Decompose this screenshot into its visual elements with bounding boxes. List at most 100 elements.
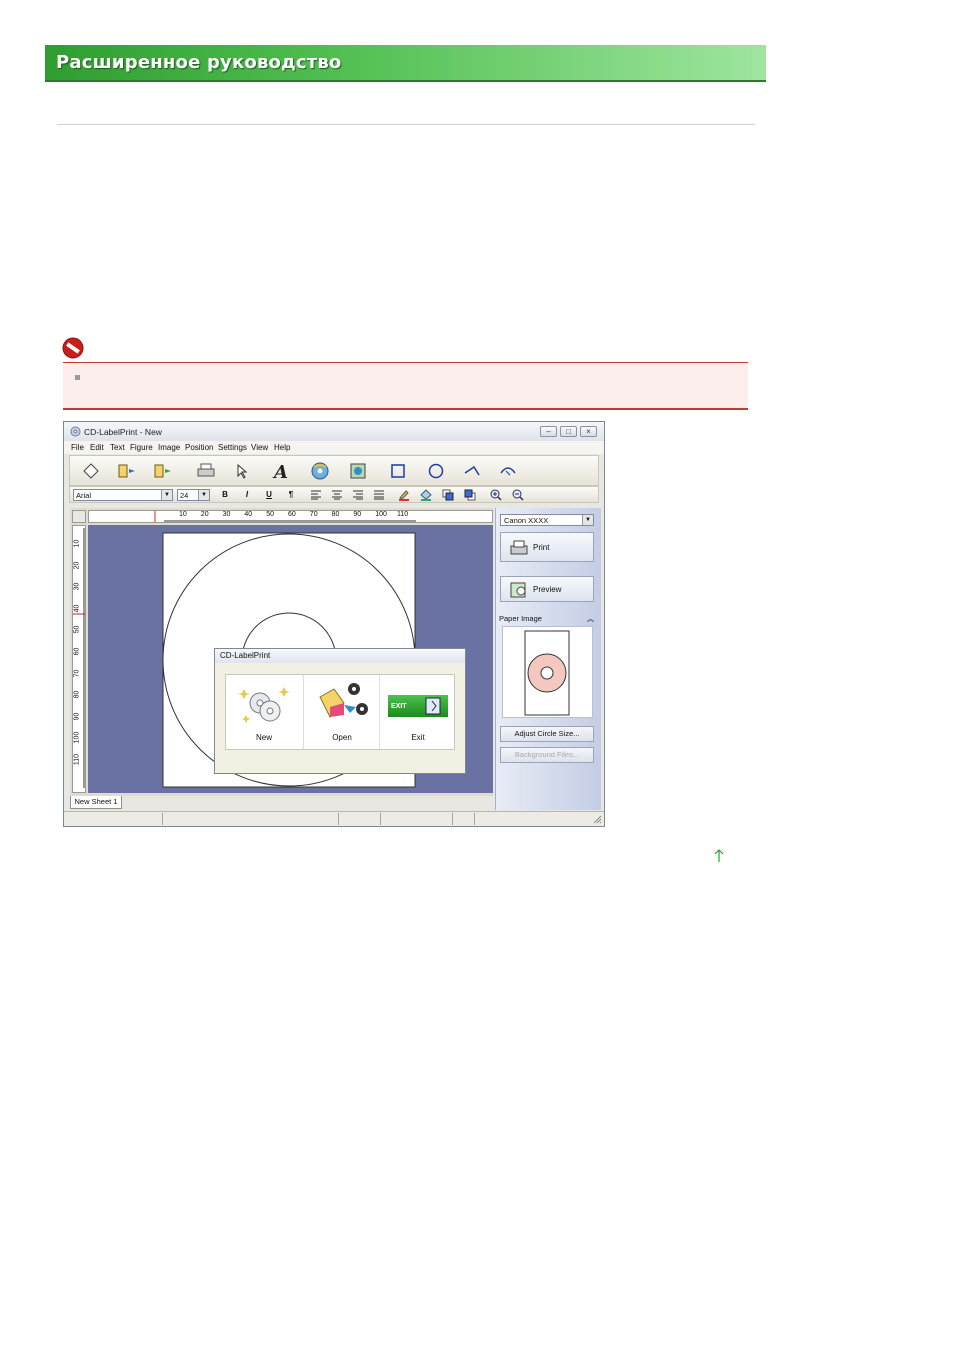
italic-button[interactable]: I (240, 490, 254, 500)
image-tool-icon[interactable] (348, 461, 368, 481)
ruler-left-label: 50 (73, 626, 81, 634)
format-toolbar: Arial ▼ 24 ▼ B I U ¶ (69, 486, 599, 503)
align-left-icon[interactable] (310, 490, 322, 500)
open-folder-icon (319, 683, 368, 718)
resize-grip-icon[interactable] (592, 814, 602, 824)
dialog-open-button[interactable]: Open (303, 675, 380, 749)
ruler-left-label: 40 (73, 604, 81, 613)
dialog-exit-label: Exit (411, 733, 425, 742)
strikethrough-button[interactable]: ¶ (284, 490, 298, 500)
ruler-top-label: 70 (309, 511, 318, 518)
dialog-titlebar: CD-LabelPrint (215, 649, 465, 663)
bold-button[interactable]: B (218, 490, 232, 500)
menu-position[interactable]: Position (185, 443, 213, 452)
paper-image-header: Paper Image ︽ (496, 614, 600, 624)
zoom-out-icon[interactable] (512, 489, 524, 501)
text-tool-icon[interactable]: A (272, 460, 292, 482)
menu-help[interactable]: Help (274, 443, 290, 452)
ruler-top-label: 90 (353, 511, 362, 518)
exit-door-icon (425, 697, 441, 715)
font-name-select[interactable]: Arial ▼ (73, 489, 173, 501)
font-size-select[interactable]: 24 ▼ (177, 489, 210, 501)
paper-image-label: Paper Image (499, 614, 542, 623)
line-color-icon[interactable] (398, 489, 410, 501)
ruler-top-label: 110 (397, 511, 409, 518)
cd-image-icon[interactable] (310, 461, 330, 481)
ruler-left-label: 60 (73, 647, 81, 656)
ruler-top-label: 30 (222, 511, 231, 518)
sheet-tab[interactable]: New Sheet 1 (70, 796, 122, 809)
startup-dialog: CD-LabelPrint New Open EXIT Exit (214, 648, 466, 774)
align-center-icon[interactable] (331, 490, 343, 500)
ruler-left-label: 110 (73, 753, 81, 766)
ruler-top-label: 50 (266, 511, 274, 518)
align-right-icon[interactable] (352, 490, 364, 500)
print-button[interactable]: Print (500, 532, 594, 562)
horizontal-ruler: 10 20 30 40 50 60 70 80 90 100 110 (88, 510, 493, 523)
printer-select[interactable]: Canon XXXX ▼ (500, 514, 594, 526)
maximize-icon: □ (566, 427, 571, 436)
app-screenshot: CD-LabelPrint - New – □ × File Edit Text… (63, 421, 605, 827)
bullet-icon (75, 375, 80, 380)
printer-icon (510, 540, 528, 555)
dialog-panel: New Open EXIT Exit (225, 674, 455, 750)
menu-file[interactable]: File (71, 443, 84, 452)
select-arrow-icon[interactable] (233, 462, 251, 480)
new-label-icon[interactable] (82, 462, 100, 480)
close-icon: × (586, 427, 591, 436)
print-icon[interactable] (194, 461, 218, 481)
ruler-top-label: 100 (375, 511, 387, 518)
fill-color-icon[interactable] (420, 489, 432, 501)
main-toolbar: A (69, 455, 599, 486)
sheet-tabbar: New Sheet 1 (64, 796, 494, 810)
rectangle-tool-icon[interactable] (388, 461, 408, 481)
send-back-icon[interactable] (464, 489, 476, 501)
menu-text[interactable]: Text (110, 443, 125, 452)
design-area: 10 20 30 40 50 60 70 80 90 100 110 10 20 30 40 50 60 70 8… (70, 508, 493, 796)
bring-front-icon[interactable] (442, 489, 454, 501)
collapse-icon[interactable]: ︽ (587, 614, 594, 624)
ruler-left-label: 20 (73, 561, 81, 569)
menu-image[interactable]: Image (158, 443, 180, 452)
dialog-new-button[interactable]: New (226, 675, 302, 749)
underline-button[interactable]: U (262, 490, 276, 500)
font-size-value: 24 (180, 491, 189, 500)
adjust-circle-size-button[interactable]: Adjust Circle Size... (500, 726, 594, 742)
minimize-button[interactable]: – (540, 426, 557, 437)
ruler-top-label: 20 (200, 511, 209, 518)
ellipse-tool-icon[interactable] (426, 461, 446, 481)
justify-icon[interactable] (373, 490, 385, 500)
preview-icon (510, 582, 526, 598)
important-notice (63, 362, 748, 410)
preview-button[interactable]: Preview (500, 576, 594, 602)
ruler-left-label: 30 (73, 582, 81, 591)
ruler-left-label: 90 (73, 712, 81, 721)
close-button[interactable]: × (580, 426, 597, 437)
printer-value: Canon XXXX (504, 516, 549, 525)
ruler-top-label: 80 (331, 511, 340, 518)
maximize-button[interactable]: □ (560, 426, 577, 437)
menu-settings[interactable]: Settings (218, 443, 247, 452)
svg-text:A: A (272, 462, 288, 482)
menu-bar: File Edit Text Figure Image Position Set… (64, 441, 604, 454)
window-title: CD-LabelPrint - New (84, 427, 162, 437)
back-to-top-icon[interactable] (713, 849, 725, 863)
ruler-left-label: 80 (73, 690, 81, 699)
ruler-corner (72, 510, 86, 523)
menu-figure[interactable]: Figure (130, 443, 153, 452)
divider-line (57, 124, 755, 125)
line-tool-icon[interactable] (462, 461, 482, 481)
zoom-in-icon[interactable] (490, 489, 502, 501)
chevron-down-icon: ▼ (582, 515, 593, 525)
menu-edit[interactable]: Edit (90, 443, 104, 452)
dialog-open-label: Open (332, 733, 352, 742)
open-icon[interactable] (116, 462, 138, 480)
section-banner: Расширенное руководство (45, 45, 766, 82)
dialog-exit-button[interactable]: EXIT Exit (379, 675, 456, 749)
ruler-top-label: 60 (288, 511, 296, 518)
save-icon[interactable] (152, 462, 174, 480)
background-files-button[interactable]: Background Files... (500, 747, 594, 763)
arc-tool-icon[interactable] (498, 461, 518, 481)
chevron-down-icon: ▼ (161, 490, 172, 500)
menu-view[interactable]: View (251, 443, 268, 452)
